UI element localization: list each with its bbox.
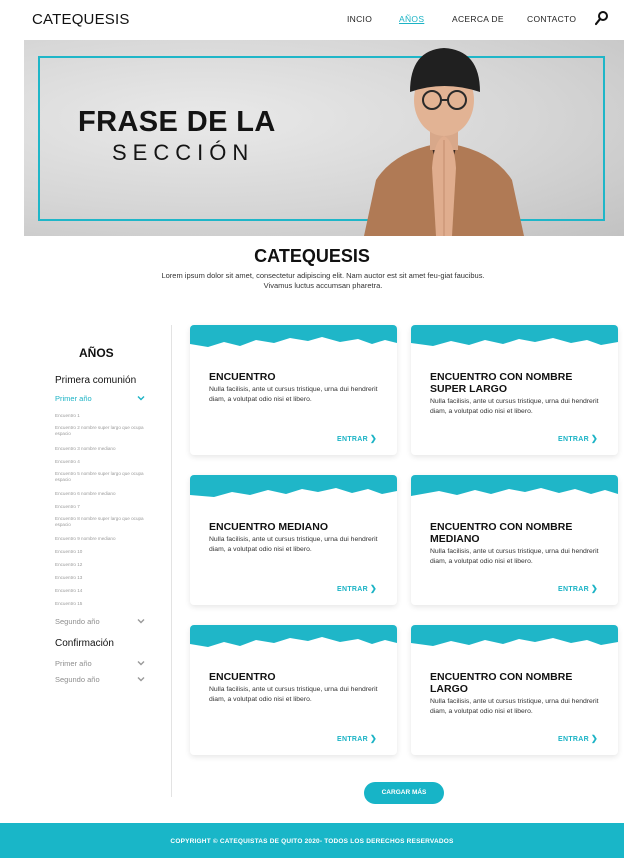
nav-link-inicio[interactable]: INCIO <box>347 14 372 24</box>
card-title: ENCUENTRO <box>209 371 276 383</box>
card-text: Nulla facilisis, ante ut cursus tristiqu… <box>430 548 599 565</box>
card-title: ENCUENTRO CON NOMBRE LARGO <box>430 671 573 695</box>
card-title: ENCUENTRO <box>209 671 276 683</box>
sidebar-item-encuentro-2[interactable]: Encuentro 2 nombre super largo que ocupa… <box>55 425 145 436</box>
encuentro-card[interactable]: ENCUENTRO Nulla facilisis, ante ut cursu… <box>190 625 397 755</box>
chevron-right-icon: ❯ <box>369 434 377 443</box>
sidebar-year-segundo-ano-confirmacion[interactable]: Segundo año <box>55 675 145 684</box>
card-title: ENCUENTRO MEDIANO <box>209 521 329 533</box>
encuentro-card[interactable]: ENCUENTRO CON NOMBRE LARGO Nulla facilis… <box>411 625 618 755</box>
card-enter-label: ENTRAR <box>337 436 368 443</box>
chevron-down-icon[interactable] <box>137 617 145 625</box>
card-enter-label: ENTRAR <box>337 586 368 593</box>
chevron-down-icon[interactable] <box>137 394 145 402</box>
card-text: Nulla facilisis, ante ut cursus tristiqu… <box>209 536 378 553</box>
card-header-wave <box>190 475 397 497</box>
sidebar-item-encuentro-3[interactable]: Encuentro 3 nombre mediano <box>55 446 145 452</box>
card-header-wave <box>411 475 618 496</box>
sidebar-item-encuentro-12[interactable]: Encuentro 12 <box>55 562 145 568</box>
sidebar-item-encuentro-9[interactable]: Encuentro 9 nombre mediano <box>55 536 145 542</box>
sidebar-item-encuentro-14[interactable]: Encuentro 14 <box>55 588 145 594</box>
sidebar-year-label: Segundo año <box>55 675 100 684</box>
encuentro-card[interactable]: ENCUENTRO MEDIANO Nulla facilisis, ante … <box>190 475 397 605</box>
card-title: ENCUENTRO CON NOMBRE SUPER LARGO <box>430 371 573 395</box>
card-header-wave <box>190 625 397 647</box>
sidebar-year-segundo-ano[interactable]: Segundo año <box>55 617 145 626</box>
chevron-right-icon: ❯ <box>369 734 377 743</box>
card-enter-link[interactable]: ENTRAR ❯ <box>558 434 598 443</box>
nav-link-contacto[interactable]: CONTACTO <box>527 14 576 24</box>
sidebar-year-primer-ano[interactable]: Primer año <box>55 394 145 403</box>
encuentro-card[interactable]: ENCUENTRO CON NOMBRE SUPER LARGO Nulla f… <box>411 325 618 455</box>
sidebar-item-encuentro-1[interactable]: Encuentro 1 <box>55 413 145 419</box>
card-text: Nulla facilisis, ante ut cursus tristiqu… <box>209 686 378 703</box>
sidebar-group-primera-comunion[interactable]: Primera comunión <box>55 375 136 386</box>
top-nav: CATEQUESIS INCIO AÑOS ACERCA DE CONTACTO <box>0 0 624 40</box>
card-enter-link[interactable]: ENTRAR ❯ <box>337 584 377 593</box>
sidebar-year-label: Primer año <box>55 394 92 403</box>
card-text: Nulla facilisis, ante ut cursus tristiqu… <box>430 398 599 415</box>
nav-link-acerca[interactable]: ACERCA DE <box>452 14 504 24</box>
footer-copyright: COPYRIGHT © CATEQUISTAS DE QUITO 2020- T… <box>170 838 454 845</box>
encuentro-card[interactable]: ENCUENTRO Nulla facilisis, ante ut cursu… <box>190 325 397 455</box>
sidebar-item-encuentro-10[interactable]: Encuentro 10 <box>55 549 145 555</box>
card-header-wave <box>411 325 618 346</box>
card-enter-label: ENTRAR <box>558 736 589 743</box>
chevron-right-icon: ❯ <box>590 584 598 593</box>
card-enter-label: ENTRAR <box>558 436 589 443</box>
sidebar-divider <box>171 325 172 797</box>
chevron-right-icon: ❯ <box>369 584 377 593</box>
encuentro-card[interactable]: ENCUENTRO CON NOMBRE MEDIANO Nulla facil… <box>411 475 618 605</box>
chevron-down-icon[interactable] <box>137 675 145 683</box>
card-text: Nulla facilisis, ante ut cursus tristiqu… <box>209 386 378 403</box>
sidebar-year-label: Segundo año <box>55 617 100 626</box>
load-more-button[interactable]: CARGAR MÁS <box>364 782 444 804</box>
sidebar-item-encuentro-7[interactable]: Encuentro 7 <box>55 504 145 510</box>
card-title: ENCUENTRO CON NOMBRE MEDIANO <box>430 521 573 545</box>
card-enter-link[interactable]: ENTRAR ❯ <box>558 734 598 743</box>
card-enter-link[interactable]: ENTRAR ❯ <box>337 734 377 743</box>
nav-link-anos[interactable]: AÑOS <box>399 14 424 24</box>
sidebar-item-encuentro-6[interactable]: Encuentro 6 nombre mediano <box>55 491 145 497</box>
site-logo[interactable]: CATEQUESIS <box>32 11 130 28</box>
card-enter-link[interactable]: ENTRAR ❯ <box>558 584 598 593</box>
card-text: Nulla facilisis, ante ut cursus tristiqu… <box>430 698 599 715</box>
sidebar-item-encuentro-4[interactable]: Encuentro 4 <box>55 459 145 465</box>
hero-banner: FRASE DE LA SECCIÓN <box>24 40 624 236</box>
chevron-right-icon: ❯ <box>590 734 598 743</box>
sidebar-item-encuentro-8[interactable]: Encuentro 8 nombre super largo que ocupa… <box>55 516 145 527</box>
chevron-right-icon: ❯ <box>590 434 598 443</box>
footer: COPYRIGHT © CATEQUISTAS DE QUITO 2020- T… <box>0 823 624 858</box>
praying-person-image <box>364 48 524 236</box>
sidebar-group-confirmacion[interactable]: Confirmación <box>55 638 114 649</box>
hero-subtitle: SECCIÓN <box>112 140 255 165</box>
sidebar-year-primer-ano-confirmacion[interactable]: Primer año <box>55 659 145 668</box>
card-enter-label: ENTRAR <box>558 586 589 593</box>
card-enter-link[interactable]: ENTRAR ❯ <box>337 434 377 443</box>
sidebar-item-encuentro-5[interactable]: Encuentro 5 nombre super largo que ocupa… <box>55 471 145 482</box>
page-title: CATEQUESIS <box>254 246 370 266</box>
sidebar-item-encuentro-15[interactable]: Encuentro 15 <box>55 601 145 607</box>
card-header-wave <box>411 625 618 646</box>
hero-title: FRASE DE LA <box>78 106 276 138</box>
chevron-down-icon[interactable] <box>137 659 145 667</box>
sidebar-item-encuentro-13[interactable]: Encuentro 13 <box>55 575 145 581</box>
card-enter-label: ENTRAR <box>337 736 368 743</box>
page-description: Lorem ipsum dolor sit amet, consectetur … <box>161 271 485 290</box>
search-icon[interactable] <box>595 10 609 26</box>
card-header-wave <box>190 325 397 347</box>
sidebar-year-label: Primer año <box>55 659 92 668</box>
sidebar-title: AÑOS <box>79 346 114 360</box>
